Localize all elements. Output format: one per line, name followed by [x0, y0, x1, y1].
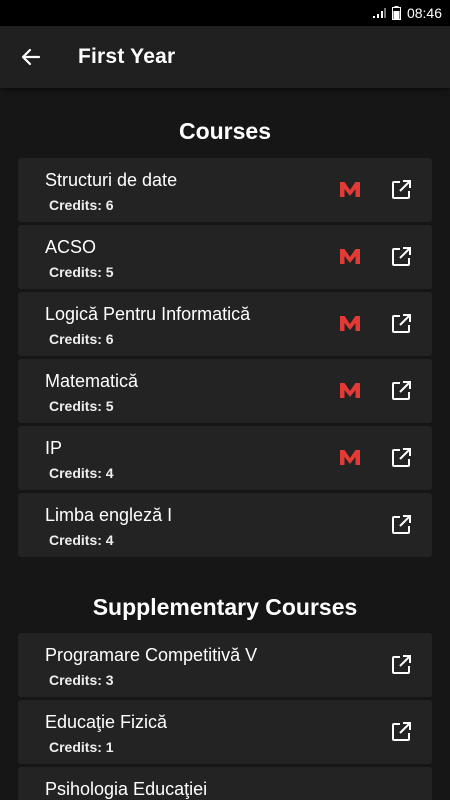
course-card[interactable]: IP Credits: 4 [18, 426, 432, 490]
course-credits: Credits: 6 [49, 197, 114, 213]
open-in-new-icon[interactable] [390, 514, 412, 536]
signal-icon [372, 8, 386, 18]
battery-icon [391, 6, 401, 20]
moodle-icon[interactable] [338, 380, 362, 400]
course-card[interactable]: Limba engleză I Credits: 4 [18, 493, 432, 557]
course-card[interactable]: Psihologia Educaţiei [18, 767, 432, 800]
course-name: IP [45, 438, 63, 458]
course-card[interactable]: Educaţie Fizică Credits: 1 [18, 700, 432, 764]
course-list: Structuri de date Credits: 6 ACSO Credits: … [18, 158, 432, 557]
course-name: Educaţie Fizică [45, 712, 168, 732]
course-content: Courses Structuri de date Credits: 6 ACSO C… [0, 88, 450, 800]
open-in-new-icon[interactable] [390, 179, 412, 201]
course-name: Structuri de date [45, 170, 178, 190]
course-name: Logică Pentru Informatică [45, 304, 251, 324]
moodle-icon[interactable] [338, 313, 362, 333]
open-in-new-icon[interactable] [390, 246, 412, 268]
course-name: ACSO [45, 237, 97, 257]
open-in-new-icon[interactable] [390, 313, 412, 335]
open-in-new-icon[interactable] [390, 380, 412, 402]
course-credits: Credits: 5 [49, 264, 114, 280]
course-name: Programare Competitivă V [45, 645, 258, 665]
course-credits: Credits: 5 [49, 398, 114, 414]
moodle-icon[interactable] [338, 447, 362, 467]
course-credits: Credits: 4 [49, 465, 114, 481]
page-title: First Year [78, 45, 176, 68]
course-credits: Credits: 1 [49, 739, 114, 755]
course-card[interactable]: Programare Competitivă V Credits: 3 [18, 633, 432, 697]
arrow-back-icon [21, 48, 41, 66]
course-credits: Credits: 3 [49, 672, 114, 688]
app-bar: First Year [0, 26, 450, 88]
open-in-new-icon[interactable] [390, 721, 412, 743]
course-name: Psihologia Educaţiei [45, 779, 208, 799]
course-card[interactable]: Matematică Credits: 5 [18, 359, 432, 423]
course-card[interactable]: Structuri de date Credits: 6 [18, 158, 432, 222]
supplementary-course-list: Programare Competitivă V Credits: 3 Educaţ… [18, 633, 432, 800]
status-time: 08:46 [406, 5, 442, 21]
section-title-courses: Courses [178, 118, 272, 144]
course-credits: Credits: 4 [49, 532, 114, 548]
moodle-icon[interactable] [338, 179, 362, 199]
course-name: Matematică [45, 371, 139, 391]
course-credits: Credits: 6 [49, 331, 114, 347]
open-in-new-icon[interactable] [390, 654, 412, 676]
course-name: Limba engleză I [45, 505, 173, 525]
course-card[interactable]: Logică Pentru Informatică Credits: 6 [18, 292, 432, 356]
status-bar: 08:46 [0, 0, 450, 26]
moodle-icon[interactable] [338, 246, 362, 266]
section-title-supplementary: Supplementary Courses [92, 594, 358, 620]
back-button[interactable] [0, 26, 62, 88]
open-in-new-icon[interactable] [390, 447, 412, 469]
course-card[interactable]: ACSO Credits: 5 [18, 225, 432, 289]
